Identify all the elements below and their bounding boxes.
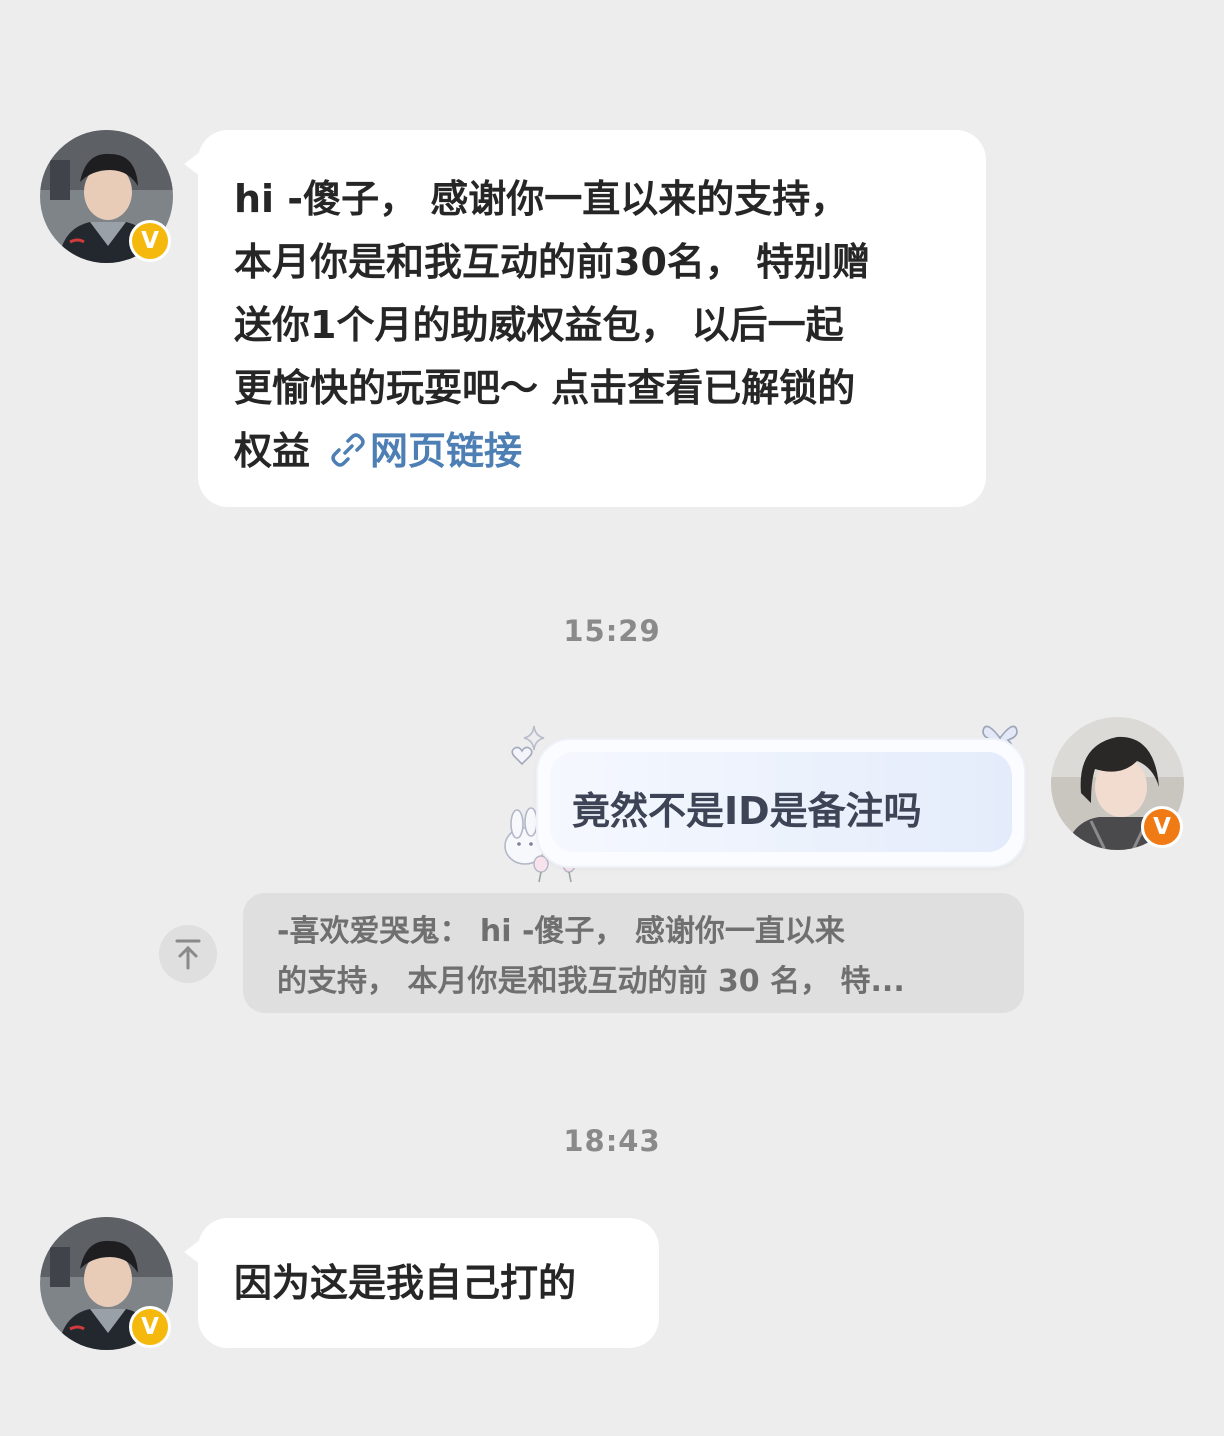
- link-icon: [328, 426, 368, 489]
- message-bubble-outgoing[interactable]: 竟然不是ID是备注吗: [536, 738, 1026, 868]
- verified-badge-icon: V: [129, 220, 171, 262]
- message-bubble-incoming[interactable]: hi -傻子， 感谢你一直以来的支持， 本月你是和我互动的前30名， 特别赠 送…: [184, 130, 986, 507]
- arrow-up-icon: [175, 939, 201, 970]
- quote-line: -喜欢爱哭鬼： hi -傻子， 感谢你一直以来: [277, 914, 845, 949]
- bubble-tail: [184, 152, 200, 176]
- timestamp: 15:29: [563, 614, 661, 648]
- message-text: 因为这是我自己打的: [234, 1261, 577, 1305]
- quoted-message[interactable]: -喜欢爱哭鬼： hi -傻子， 感谢你一直以来 的支持， 本月你是和我互动的前 …: [243, 893, 1024, 1013]
- message-line-prefix: 权益: [234, 429, 311, 473]
- message-line: 更愉快的玩耍吧～ 点击查看已解锁的: [234, 366, 856, 410]
- web-link-label: 网页链接: [370, 429, 523, 473]
- verified-badge-icon: V: [129, 1306, 171, 1348]
- message-line: hi -傻子， 感谢你一直以来的支持，: [234, 177, 849, 221]
- verified-badge-icon: V: [1141, 806, 1183, 848]
- web-link[interactable]: 网页链接: [328, 429, 522, 473]
- message-line: 送你1个月的助威权益包， 以后一起: [234, 303, 844, 347]
- quote-line: 的支持， 本月你是和我互动的前 30 名， 特...: [277, 964, 905, 999]
- message-bubble-incoming[interactable]: 因为这是我自己打的: [184, 1218, 659, 1348]
- message-line: 本月你是和我互动的前30名， 特别赠: [234, 240, 871, 284]
- bubble-tail: [184, 1240, 200, 1264]
- message-text: 竟然不是ID是备注吗: [572, 789, 922, 833]
- heart-icon: [511, 746, 533, 766]
- timestamp: 18:43: [563, 1124, 661, 1158]
- scroll-to-top-button[interactable]: [159, 925, 217, 983]
- message-line: 权益 网页链接: [234, 420, 956, 483]
